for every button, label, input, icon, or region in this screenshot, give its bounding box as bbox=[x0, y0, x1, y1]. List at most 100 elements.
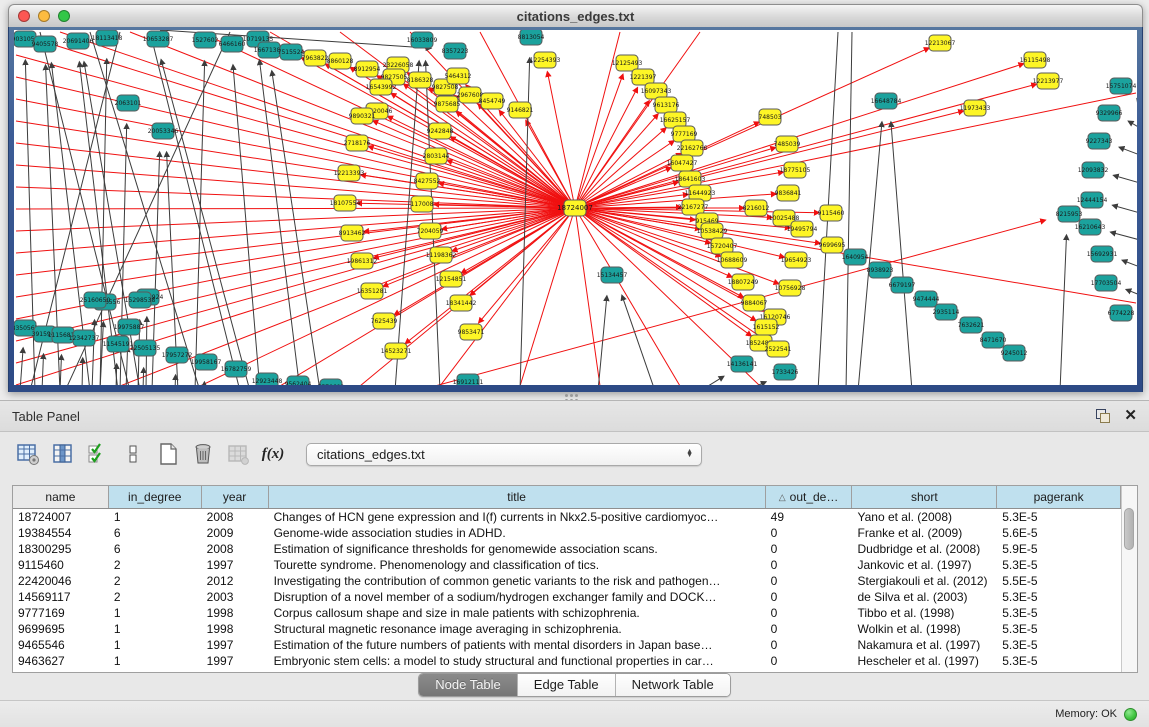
table-cell[interactable]: 5.3E-5 bbox=[997, 621, 1121, 637]
tab-node-table[interactable]: Node Table bbox=[419, 674, 518, 696]
table-cell[interactable]: Wolkin et al. (1998) bbox=[852, 621, 997, 637]
table-row[interactable]: 1938455462009Genome-wide association stu… bbox=[13, 525, 1121, 541]
table-cell[interactable]: 0 bbox=[766, 589, 853, 605]
table-cell[interactable]: Genome-wide association studies in ADHD. bbox=[269, 525, 766, 541]
table-cell[interactable]: 1 bbox=[109, 605, 202, 621]
column-visibility-icon[interactable] bbox=[49, 440, 77, 468]
tab-edge-table[interactable]: Edge Table bbox=[518, 674, 616, 696]
table-cell[interactable]: 1997 bbox=[202, 653, 269, 669]
table-cell[interactable]: de Silva et al. (2003) bbox=[852, 589, 997, 605]
table-cell[interactable]: 0 bbox=[766, 525, 853, 541]
table-cell[interactable]: 1 bbox=[109, 621, 202, 637]
table-cell[interactable]: 5.3E-5 bbox=[997, 605, 1121, 621]
table-cell[interactable]: 5.3E-5 bbox=[997, 637, 1121, 653]
table-cell[interactable]: Estimation of the future numbers of pati… bbox=[269, 637, 766, 653]
table-cell[interactable]: 5.9E-5 bbox=[997, 541, 1121, 557]
table-cell[interactable]: Investigating the contribution of common… bbox=[269, 573, 766, 589]
table-cell[interactable]: 1 bbox=[109, 637, 202, 653]
table-cell[interactable]: 2 bbox=[109, 589, 202, 605]
table-cell[interactable]: 2008 bbox=[202, 541, 269, 557]
column-header-in_degree[interactable]: in_degree bbox=[109, 486, 202, 508]
table-cell[interactable]: 1997 bbox=[202, 557, 269, 573]
table-cell[interactable]: Tourette syndrome. Phenomenology and cla… bbox=[269, 557, 766, 573]
import-table-icon[interactable] bbox=[224, 440, 252, 468]
table-cell[interactable]: 19384554 bbox=[13, 525, 109, 541]
table-cell[interactable]: Franke et al. (2009) bbox=[852, 525, 997, 541]
table-cell[interactable]: 18724007 bbox=[13, 509, 109, 525]
citation-network-graph[interactable]: 9031054940557820691406181134181065328715… bbox=[14, 30, 1137, 385]
table-cell[interactable]: 5.3E-5 bbox=[997, 653, 1121, 669]
table-mode-icon[interactable] bbox=[14, 440, 42, 468]
table-cell[interactable]: 0 bbox=[766, 557, 853, 573]
column-header-short[interactable]: short bbox=[852, 486, 997, 508]
table-cell[interactable]: 0 bbox=[766, 605, 853, 621]
zoom-window-icon[interactable] bbox=[58, 10, 70, 22]
table-cell[interactable]: Estimation of significance thresholds fo… bbox=[269, 541, 766, 557]
table-cell[interactable]: 6 bbox=[109, 541, 202, 557]
table-cell[interactable]: 18300295 bbox=[13, 541, 109, 557]
table-cell[interactable]: 5.3E-5 bbox=[997, 557, 1121, 573]
table-cell[interactable]: Embryonic stem cells: a model to study s… bbox=[269, 653, 766, 669]
table-cell[interactable]: 5.5E-5 bbox=[997, 573, 1121, 589]
table-cell[interactable]: 0 bbox=[766, 621, 853, 637]
table-cell[interactable]: Corpus callosum shape and size in male p… bbox=[269, 605, 766, 621]
table-cell[interactable]: 9699695 bbox=[13, 621, 109, 637]
table-cell[interactable]: 0 bbox=[766, 637, 853, 653]
table-cell[interactable]: 2009 bbox=[202, 525, 269, 541]
network-canvas[interactable]: 9031054940557820691406181134181065328715… bbox=[14, 30, 1137, 385]
window-titlebar[interactable]: citations_edges.txt bbox=[8, 4, 1143, 28]
float-panel-icon[interactable] bbox=[1096, 409, 1110, 423]
column-header-out_de[interactable]: △out_de… bbox=[766, 486, 853, 508]
table-cell[interactable]: 9115460 bbox=[13, 557, 109, 573]
table-cell[interactable]: Hescheler et al. (1997) bbox=[852, 653, 997, 669]
table-cell[interactable]: 9463627 bbox=[13, 653, 109, 669]
column-header-title[interactable]: title bbox=[269, 486, 766, 508]
close-panel-icon[interactable]: ✕ bbox=[1124, 409, 1137, 423]
table-cell[interactable]: 1998 bbox=[202, 621, 269, 637]
column-header-year[interactable]: year bbox=[202, 486, 269, 508]
table-cell[interactable]: 2 bbox=[109, 573, 202, 589]
table-cell[interactable]: Yano et al. (2008) bbox=[852, 509, 997, 525]
table-vertical-scrollbar[interactable] bbox=[1121, 486, 1137, 672]
minimize-window-icon[interactable] bbox=[38, 10, 50, 22]
select-columns-icon[interactable] bbox=[84, 440, 112, 468]
new-column-icon[interactable] bbox=[154, 440, 182, 468]
table-cell[interactable]: 0 bbox=[766, 653, 853, 669]
table-cell[interactable]: 2 bbox=[109, 557, 202, 573]
table-cell[interactable]: 2008 bbox=[202, 509, 269, 525]
table-cell[interactable]: 5.3E-5 bbox=[997, 509, 1121, 525]
close-window-icon[interactable] bbox=[18, 10, 30, 22]
tab-network-table[interactable]: Network Table bbox=[616, 674, 730, 696]
scrollbar-thumb[interactable] bbox=[1124, 508, 1134, 550]
table-cell[interactable]: Tibbo et al. (1998) bbox=[852, 605, 997, 621]
table-cell[interactable]: 1997 bbox=[202, 637, 269, 653]
table-row[interactable]: 1872400712008Changes of HCN gene express… bbox=[13, 509, 1121, 525]
table-cell[interactable]: Changes of HCN gene expression and I(f) … bbox=[269, 509, 766, 525]
table-cell[interactable]: Jankovic et al. (1997) bbox=[852, 557, 997, 573]
table-cell[interactable]: 0 bbox=[766, 541, 853, 557]
column-header-name[interactable]: name bbox=[13, 486, 109, 508]
table-cell[interactable]: 2003 bbox=[202, 589, 269, 605]
table-cell[interactable]: 0 bbox=[766, 573, 853, 589]
table-cell[interactable]: 2012 bbox=[202, 573, 269, 589]
table-row[interactable]: 911546021997Tourette syndrome. Phenomeno… bbox=[13, 557, 1121, 573]
table-cell[interactable]: 9465546 bbox=[13, 637, 109, 653]
table-cell[interactable]: Dudbridge et al. (2008) bbox=[852, 541, 997, 557]
table-cell[interactable]: 6 bbox=[109, 525, 202, 541]
table-cell[interactable]: Stergiakouli et al. (2012) bbox=[852, 573, 997, 589]
column-header-pagerank[interactable]: pagerank bbox=[997, 486, 1121, 508]
table-row[interactable]: 946362711997Embryonic stem cells: a mode… bbox=[13, 653, 1121, 669]
table-row[interactable]: 2242004622012Investigating the contribut… bbox=[13, 573, 1121, 589]
memory-ok-indicator-icon[interactable] bbox=[1124, 708, 1137, 721]
table-cell[interactable]: 5.6E-5 bbox=[997, 525, 1121, 541]
table-row[interactable]: 1830029562008Estimation of significance … bbox=[13, 541, 1121, 557]
table-row[interactable]: 969969511998Structural magnetic resonanc… bbox=[13, 621, 1121, 637]
table-cell[interactable]: Disruption of a novel member of a sodium… bbox=[269, 589, 766, 605]
table-row[interactable]: 946554611997Estimation of the future num… bbox=[13, 637, 1121, 653]
table-cell[interactable]: Nakamura et al. (1997) bbox=[852, 637, 997, 653]
table-cell[interactable]: Structural magnetic resonance image aver… bbox=[269, 621, 766, 637]
table-cell[interactable]: 1 bbox=[109, 653, 202, 669]
table-selector-dropdown[interactable]: citations_edges.txt ▲▼ bbox=[306, 443, 702, 466]
table-cell[interactable]: 5.3E-5 bbox=[997, 589, 1121, 605]
table-cell[interactable]: 22420046 bbox=[13, 573, 109, 589]
